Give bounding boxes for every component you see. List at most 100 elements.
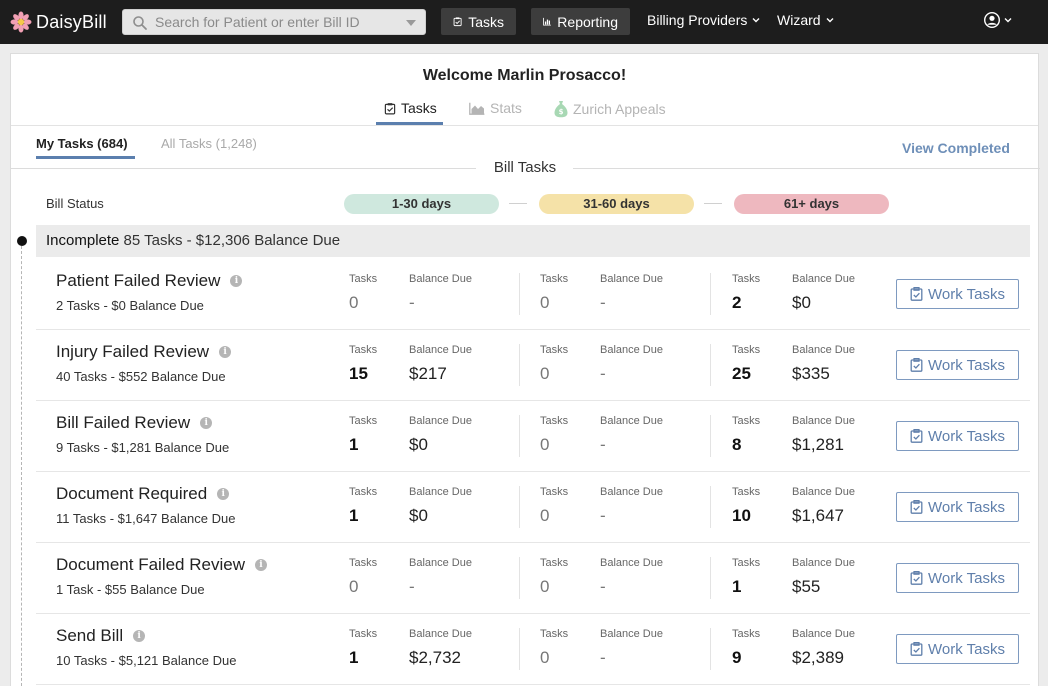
divider	[519, 557, 520, 599]
divider	[710, 344, 711, 386]
task-row-title: Injury Failed Review i	[56, 342, 232, 362]
task-count: 0	[540, 577, 550, 596]
info-icon[interactable]: i	[219, 346, 232, 358]
bucket-31-60-days: 31-60 days	[539, 194, 694, 214]
balance-due: $335	[792, 364, 830, 383]
nav-wizard-label: Wizard	[777, 12, 821, 28]
tasks-column-label: Tasks	[540, 415, 569, 427]
main-panel: Welcome Marlin Prosacco! Tasks Stats $ Z	[10, 53, 1040, 686]
balance-column-label: Balance Due	[409, 273, 472, 285]
nav-reporting-label: Reporting	[557, 13, 618, 30]
balance-due: $0	[792, 293, 811, 312]
user-avatar-icon	[984, 12, 1000, 28]
balance-column-label: Balance Due	[600, 628, 663, 640]
daisy-logo-icon	[10, 11, 32, 33]
work-tasks-button[interactable]: Work Tasks	[896, 421, 1019, 451]
nav-reporting-button[interactable]: Reporting	[531, 8, 630, 35]
balance-due: $2,389	[792, 648, 844, 667]
timeline-dot	[17, 236, 27, 246]
svg-text:$: $	[559, 108, 564, 116]
balance-due: $55	[792, 577, 821, 596]
balance-column-label: Balance Due	[792, 415, 855, 427]
task-count: 8	[732, 435, 742, 454]
search-icon	[133, 16, 147, 30]
divider	[710, 273, 711, 315]
task-count: 25	[732, 364, 751, 383]
balance-column-label: Balance Due	[792, 486, 855, 498]
balance-column-label: Balance Due	[409, 344, 472, 356]
incomplete-label: Incomplete	[46, 232, 120, 249]
section-title: Bill Tasks	[481, 159, 569, 176]
work-tasks-button[interactable]: Work Tasks	[896, 634, 1019, 664]
balance-due: -	[600, 506, 606, 525]
info-icon[interactable]: i	[133, 630, 146, 642]
balance-due: -	[409, 293, 415, 312]
brand-logo[interactable]: DaisyBill	[10, 10, 107, 34]
info-icon[interactable]: i	[217, 488, 230, 500]
top-navbar: DaisyBill Tasks Reporting Billing Provid…	[0, 0, 1048, 44]
work-tasks-button[interactable]: Work Tasks	[896, 279, 1019, 309]
task-row: Bill Failed Review i 9 Tasks - $1,281 Bala…	[36, 401, 1030, 472]
subtab-my-tasks[interactable]: My Tasks (684)	[36, 136, 128, 151]
tasks-column-label: Tasks	[732, 273, 761, 285]
work-tasks-button[interactable]: Work Tasks	[896, 350, 1019, 380]
money-bag-icon: $	[554, 101, 568, 118]
balance-due: $0	[409, 435, 428, 454]
nav-billing-providers-label: Billing Providers	[647, 12, 748, 28]
task-count: 15	[349, 364, 368, 383]
nav-wizard-dropdown[interactable]: Wizard	[777, 12, 834, 28]
work-tasks-label: Work Tasks	[928, 640, 1005, 658]
task-count: 1	[732, 577, 742, 596]
nav-tasks-button[interactable]: Tasks	[441, 8, 516, 35]
task-row-title-text: Injury Failed Review	[56, 342, 210, 361]
divider	[519, 486, 520, 528]
task-count: 0	[540, 506, 550, 525]
tasks-column-label: Tasks	[540, 557, 569, 569]
search-input[interactable]	[155, 13, 395, 31]
balance-due: $2,732	[409, 648, 461, 667]
task-count: 9	[732, 648, 742, 667]
divider	[519, 344, 520, 386]
task-count: 0	[540, 364, 550, 383]
tab-zurich-appeals-label: Zurich Appeals	[573, 101, 666, 117]
info-icon[interactable]: i	[200, 417, 213, 429]
tasks-column-label: Tasks	[349, 557, 378, 569]
clipboard-check-icon	[910, 500, 923, 514]
balance-due: -	[600, 648, 606, 667]
divider	[710, 557, 711, 599]
view-completed-link[interactable]: View Completed	[902, 140, 1010, 156]
task-row: Document Failed Review i 1 Task - $55 Bala…	[36, 543, 1030, 614]
tab-stats[interactable]: Stats	[469, 100, 522, 116]
search-box[interactable]	[122, 9, 426, 35]
balance-due: -	[600, 293, 606, 312]
work-tasks-button[interactable]: Work Tasks	[896, 563, 1019, 593]
work-tasks-label: Work Tasks	[928, 285, 1005, 303]
balance-due: -	[409, 577, 415, 596]
balance-column-label: Balance Due	[792, 273, 855, 285]
divider	[519, 273, 520, 315]
balance-due: $217	[409, 364, 447, 383]
balance-due: -	[600, 577, 606, 596]
info-icon[interactable]: i	[230, 275, 243, 287]
divider	[519, 415, 520, 457]
chevron-down-icon[interactable]	[406, 20, 416, 26]
work-tasks-button[interactable]: Work Tasks	[896, 492, 1019, 522]
task-row-title-text: Patient Failed Review	[56, 271, 221, 290]
task-count: 1	[349, 435, 359, 454]
divider	[573, 168, 1040, 169]
task-row: Send Bill i 10 Tasks - $5,121 Balance Due T…	[36, 614, 1030, 685]
task-row-summary: 10 Tasks - $5,121 Balance Due	[56, 653, 237, 668]
incomplete-group-header[interactable]: Incomplete 85 Tasks - $12,306 Balance Du…	[36, 225, 1030, 257]
tab-zurich-appeals[interactable]: $ Zurich Appeals	[554, 100, 666, 118]
task-row-summary: 40 Tasks - $552 Balance Due	[56, 369, 226, 384]
user-menu[interactable]	[984, 12, 1012, 28]
balance-column-label: Balance Due	[409, 628, 472, 640]
divider	[710, 415, 711, 457]
nav-billing-providers-dropdown[interactable]: Billing Providers	[647, 12, 760, 28]
tasks-column-label: Tasks	[540, 628, 569, 640]
task-count: 10	[732, 506, 751, 525]
subtab-all-tasks[interactable]: All Tasks (1,248)	[161, 136, 257, 151]
tab-tasks[interactable]: Tasks	[384, 100, 437, 116]
info-icon[interactable]: i	[254, 559, 267, 571]
clipboard-check-icon	[910, 287, 923, 301]
